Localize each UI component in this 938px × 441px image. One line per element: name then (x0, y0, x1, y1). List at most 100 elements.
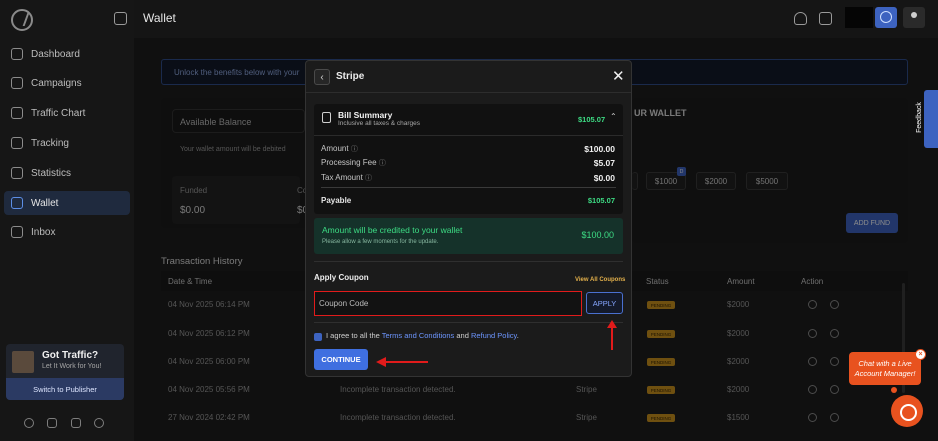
back-button[interactable]: ‹ (314, 69, 330, 85)
search-icon[interactable] (819, 12, 832, 25)
info-icon: ⓘ (365, 175, 373, 182)
bill-line-processing-fee: Processing Fee ⓘ (321, 158, 386, 167)
view-all-coupons-link[interactable]: View All Coupons (575, 277, 625, 283)
row-description: Incomplete transaction detected. (340, 413, 456, 422)
view-icon[interactable] (830, 300, 839, 309)
row-date: 04 Nov 2025 06:00 PM (168, 357, 250, 366)
publisher-promo: Got Traffic? Let It Work for You! Switch… (6, 344, 124, 400)
chat-launcher-button[interactable] (891, 395, 923, 427)
info-icon[interactable] (94, 418, 104, 428)
view-icon[interactable] (830, 385, 839, 394)
add-fund-button[interactable]: ADD FUND (846, 213, 898, 233)
modal-header: ‹ Stripe ✕ (306, 61, 631, 93)
payable-value: $105.07 (587, 196, 615, 205)
credit-value: $100.00 (581, 230, 614, 240)
column-date-time: Date & Time (168, 277, 213, 286)
credit-notice-title: Amount will be credited to your wallet (322, 225, 463, 235)
mail-icon[interactable] (47, 418, 57, 428)
debit-note: Your wallet amount will be debited (180, 146, 286, 153)
view-icon[interactable] (830, 329, 839, 338)
view-icon[interactable] (830, 357, 839, 366)
sidebar-item-campaigns[interactable]: Campaigns (4, 71, 130, 95)
amount-option-2000[interactable]: $2000 (696, 172, 736, 190)
row-date: 04 Nov 2025 05:56 PM (168, 385, 250, 394)
column-amount: Amount (727, 277, 755, 286)
amount-option-partial[interactable] (632, 172, 638, 190)
balance-pill (845, 7, 873, 28)
wallet-title: UR WALLET (634, 108, 687, 118)
arrow-up-head (607, 320, 617, 328)
annotation-arrows (376, 320, 617, 367)
bill-summary-subtitle: Inclusive all taxes & charges (338, 120, 421, 127)
coupon-code-input[interactable]: Coupon Code (314, 291, 582, 316)
receipt-icon[interactable] (808, 357, 817, 366)
status-badge: PENDING (647, 386, 675, 394)
receipt-icon[interactable] (808, 329, 817, 338)
bill-line-amount: Amount ⓘ (321, 144, 358, 153)
status-badge: PENDING (647, 330, 675, 338)
apply-coupon-label: Apply Coupon (314, 273, 369, 282)
live-chat-bubble[interactable]: Chat with a Live Account Manager! (849, 352, 921, 385)
credit-notice-subtitle: Please allow a few moments for the updat… (322, 239, 439, 245)
agree-checkbox[interactable] (314, 333, 322, 341)
logo-icon[interactable] (11, 9, 33, 31)
arrow-left-head (376, 357, 386, 367)
sidebar-item-inbox[interactable]: Inbox (4, 220, 130, 244)
bill-line-amount-value: $100.00 (584, 144, 615, 154)
sidebar-item-dashboard[interactable]: Dashboard (4, 42, 130, 66)
transaction-history-title: Transaction History (161, 256, 243, 267)
phone-icon[interactable] (24, 418, 34, 428)
row-description: Incomplete transaction detected. (340, 385, 456, 394)
bill-line-tax-amount-value: $0.00 (593, 173, 615, 183)
sidebar-item-tracking[interactable]: Tracking (4, 131, 130, 155)
column-status: Status (646, 277, 669, 286)
row-method: Stripe (576, 413, 597, 422)
row-amount: $2000 (727, 300, 750, 309)
close-icon[interactable]: ✕ (612, 67, 625, 85)
target-icon (11, 137, 23, 149)
receipt-icon[interactable] (808, 385, 817, 394)
column-action: Action (801, 277, 824, 286)
home-icon (11, 48, 23, 60)
amount-badge: D (677, 167, 686, 176)
funded-card (172, 176, 300, 224)
profile-button[interactable] (903, 7, 925, 28)
row-amount: $2000 (727, 385, 750, 394)
sidebar-item-statistics[interactable]: Statistics (4, 161, 130, 185)
payable-label: Payable (321, 196, 352, 205)
close-chat-icon[interactable]: × (915, 349, 926, 360)
info-icon: ⓘ (378, 160, 386, 167)
bell-icon[interactable] (794, 12, 807, 25)
chat-icon[interactable] (71, 418, 81, 428)
row-method: Stripe (576, 385, 597, 394)
switch-to-publisher-button[interactable]: Switch to Publisher (6, 378, 124, 400)
sidebar-toggle-icon[interactable] (114, 12, 127, 25)
row-date: 04 Nov 2025 06:14 PM (168, 300, 250, 309)
view-icon[interactable] (830, 413, 839, 422)
receipt-icon[interactable] (808, 413, 817, 422)
row-date: 04 Nov 2025 06:12 PM (168, 329, 250, 338)
page-title: Wallet (143, 11, 176, 25)
bill-line-processing-fee-value: $5.07 (593, 158, 615, 168)
bill-line-tax-amount: Tax Amount ⓘ (321, 173, 373, 182)
top-bar (134, 0, 938, 38)
info-icon: ⓘ (350, 146, 358, 153)
continue-button[interactable]: CONTINUE (314, 349, 368, 370)
promo-subtitle: Let It Work for You! (42, 363, 102, 370)
boost-icon (880, 11, 892, 23)
megaphone-icon (11, 77, 23, 89)
chart-icon (11, 107, 23, 119)
row-date: 27 Nov 2024 02:42 PM (168, 413, 250, 422)
chevron-up-icon[interactable]: ⌃ (610, 112, 617, 121)
sidebar: Dashboard Campaigns Traffic Chart Tracki… (0, 0, 134, 441)
boost-button[interactable] (875, 7, 897, 28)
sidebar-item-wallet[interactable]: Wallet (4, 191, 130, 215)
feedback-tab[interactable]: Feedback (916, 90, 938, 148)
apply-coupon-button[interactable]: APPLY (586, 292, 623, 314)
wallet-icon (11, 197, 23, 209)
sidebar-item-traffic-chart[interactable]: Traffic Chart (4, 101, 130, 125)
bill-summary: Bill Summary Inclusive all taxes & charg… (314, 104, 623, 214)
amount-option-5000[interactable]: $5000 (746, 172, 788, 190)
receipt-icon[interactable] (808, 300, 817, 309)
status-badge: PENDING (647, 301, 675, 309)
